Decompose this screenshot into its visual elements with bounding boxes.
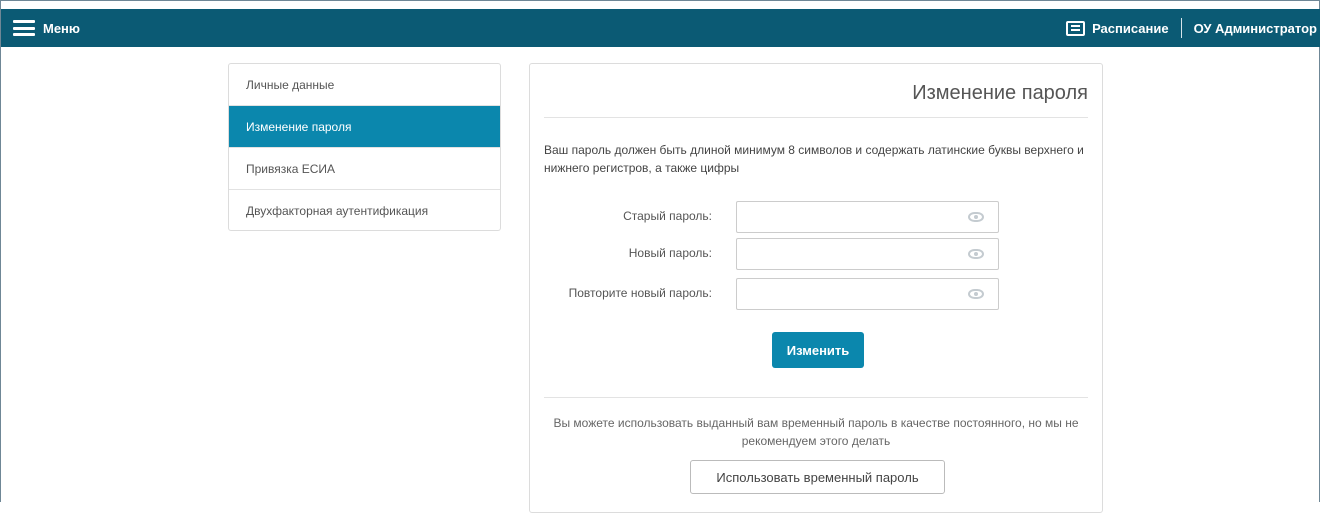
repeat-password-input[interactable] (737, 279, 965, 309)
sidebar-item-esia-binding[interactable]: Привязка ЕСИА (229, 148, 500, 190)
old-password-field-wrapper (736, 201, 999, 233)
new-password-row: Новый пароль: (530, 238, 1104, 270)
topbar-right: Расписание ОУ Администратор (1066, 9, 1317, 47)
menu-label: Меню (43, 20, 81, 36)
page-title: Изменение пароля (912, 82, 1088, 104)
sidebar-item-label: Привязка ЕСИА (246, 161, 336, 176)
divider (544, 397, 1088, 398)
sidebar-item-label: Личные данные (246, 77, 335, 92)
schedule-link[interactable]: Расписание (1066, 20, 1181, 36)
repeat-password-row: Повторите новый пароль: (530, 278, 1104, 310)
temporary-password-note: Вы можете использовать выданный вам врем… (553, 416, 1079, 448)
old-password-row: Старый пароль: (530, 201, 1104, 233)
top-navbar: Меню Расписание ОУ Администратор (1, 9, 1320, 47)
new-password-field-wrapper (736, 238, 999, 270)
schedule-label: Расписание (1092, 20, 1169, 36)
repeat-password-label: Повторите новый пароль: (568, 286, 712, 300)
eye-icon[interactable] (968, 212, 984, 222)
sidebar-item-label: Изменение пароля (246, 119, 352, 134)
menu-button[interactable]: Меню (13, 9, 80, 47)
eye-icon[interactable] (968, 249, 984, 259)
sidebar-item-change-password[interactable]: Изменение пароля (229, 106, 500, 148)
old-password-label: Старый пароль: (623, 209, 712, 223)
password-requirements-text: Ваш пароль должен быть длиной минимум 8 … (544, 143, 1084, 175)
new-password-input[interactable] (737, 239, 965, 269)
user-menu[interactable]: ОУ Администратор (1182, 21, 1317, 36)
schedule-icon (1066, 20, 1086, 36)
sidebar-item-two-factor-auth[interactable]: Двухфакторная аутентификация (229, 190, 500, 232)
new-password-label: Новый пароль: (628, 246, 712, 260)
divider (544, 117, 1088, 118)
sidebar-item-label: Двухфакторная аутентификация (246, 204, 429, 218)
old-password-input[interactable] (737, 202, 965, 232)
hamburger-icon (13, 20, 35, 36)
repeat-password-field-wrapper (736, 278, 999, 310)
change-password-panel: Изменение пароля Ваш пароль должен быть … (529, 63, 1103, 513)
use-temporary-password-button[interactable]: Использовать временный пароль (690, 460, 945, 494)
change-password-button[interactable]: Изменить (772, 332, 864, 368)
eye-icon[interactable] (968, 289, 984, 299)
sidebar-item-personal-data[interactable]: Личные данные (229, 64, 500, 106)
app-window: Меню Расписание ОУ Администратор Личные … (0, 0, 1320, 513)
settings-sidebar: Личные данные Изменение пароля Привязка … (228, 63, 501, 231)
